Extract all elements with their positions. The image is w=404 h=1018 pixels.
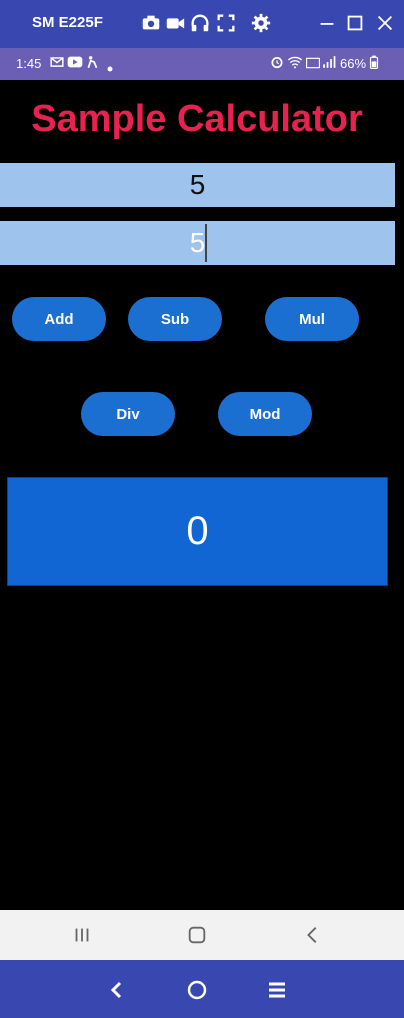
dot-icon [107, 60, 113, 75]
alarm-icon [270, 55, 284, 72]
window-title: SM E225F [32, 14, 103, 31]
android-nav-bar [0, 910, 404, 960]
first-number-input[interactable] [0, 163, 395, 207]
youtube-icon [67, 55, 83, 72]
second-number-input[interactable] [0, 221, 395, 265]
maximize-icon[interactable] [344, 12, 366, 34]
calculator-app: Sample Calculator Add Sub Mul Div Mod 0 [0, 80, 404, 910]
minimize-icon[interactable] [316, 12, 338, 34]
add-button[interactable]: Add [12, 297, 106, 341]
volte-icon [306, 57, 320, 72]
result-display: 0 [7, 477, 388, 586]
wifi-icon [287, 55, 303, 72]
div-button[interactable]: Div [81, 392, 175, 436]
mul-button[interactable]: Mul [265, 297, 359, 341]
page-title: Sample Calculator [31, 98, 363, 140]
headset-icon[interactable] [189, 12, 211, 34]
host-nav-bar [0, 960, 404, 1018]
accessibility-icon [86, 55, 100, 72]
battery-percent: 66% [340, 56, 367, 71]
battery-icon [369, 55, 379, 72]
camera-icon[interactable] [140, 12, 162, 34]
recents-icon[interactable] [71, 924, 93, 946]
status-time: 1:45 [16, 56, 42, 71]
sub-button[interactable]: Sub [128, 297, 222, 341]
status-bar: 1:45 66% [0, 48, 404, 80]
home-icon[interactable] [186, 924, 208, 946]
window-title-bar: SM E225F [0, 0, 404, 48]
fullscreen-icon[interactable] [215, 12, 237, 34]
back-icon[interactable] [105, 978, 129, 1002]
text-caret [205, 224, 207, 262]
close-icon[interactable] [374, 12, 396, 34]
gmail-icon [50, 55, 64, 72]
mod-button[interactable]: Mod [218, 392, 312, 436]
back-icon[interactable] [302, 924, 324, 946]
menu-icon[interactable] [265, 978, 289, 1002]
home-icon[interactable] [185, 978, 209, 1002]
signal-icon [322, 55, 336, 72]
video-icon[interactable] [164, 12, 186, 34]
gear-icon[interactable] [250, 12, 272, 34]
